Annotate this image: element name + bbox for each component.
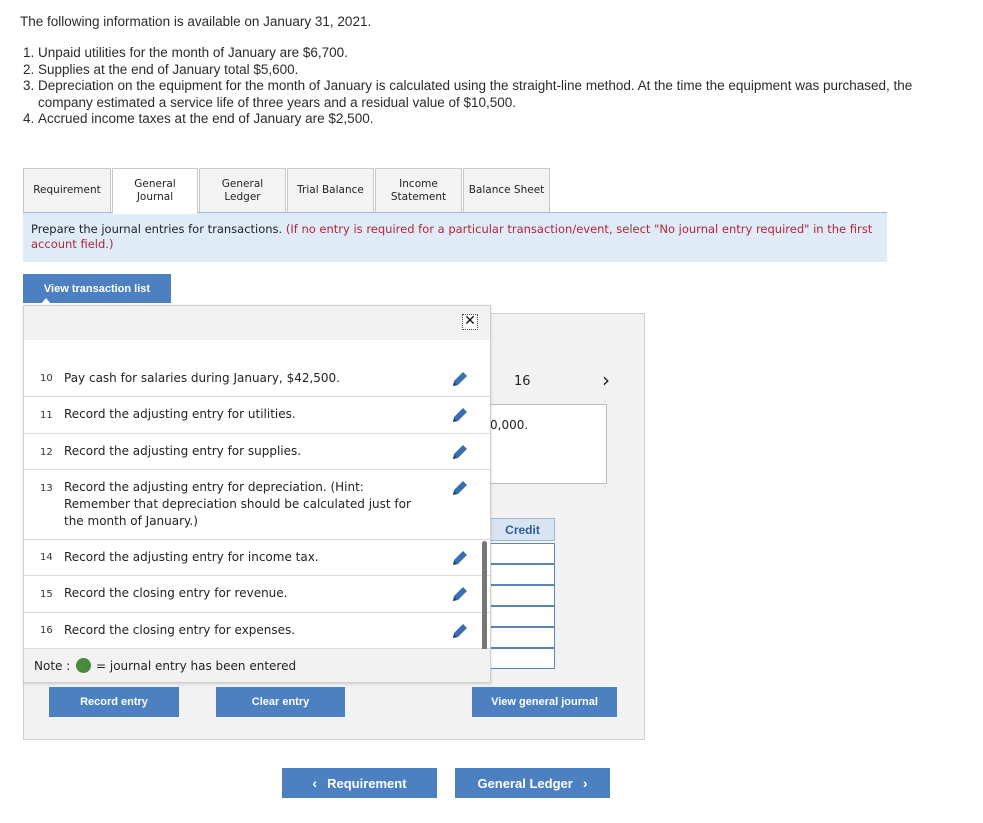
problem-statement: The following information is available o… <box>20 14 920 127</box>
transaction-row[interactable]: 12 Record the adjusting entry for suppli… <box>24 434 490 470</box>
pencil-icon[interactable] <box>450 405 470 425</box>
credit-input[interactable] <box>490 564 555 585</box>
next-general-ledger-button[interactable]: General Ledger › <box>455 768 610 798</box>
transaction-text: Record the adjusting entry for utilities… <box>64 407 296 421</box>
transaction-row[interactable]: 10 Pay cash for salaries during January,… <box>24 361 490 397</box>
tab-general-ledger[interactable]: General Ledger <box>199 168 286 212</box>
tab-balance-sheet[interactable]: Balance Sheet <box>463 168 550 212</box>
pencil-icon[interactable] <box>450 478 470 498</box>
transaction-text: Record the adjusting entry for supplies. <box>64 444 302 458</box>
transaction-list-popup: ✕ 10 Pay cash for salaries during Januar… <box>23 305 491 683</box>
credit-input[interactable] <box>490 543 555 564</box>
popup-scrollbar[interactable] <box>482 541 487 651</box>
tab-requirement[interactable]: Requirement <box>23 168 111 212</box>
transaction-row[interactable]: 16 Record the closing entry for expenses… <box>24 613 490 649</box>
pencil-icon[interactable] <box>450 442 470 462</box>
close-icon[interactable]: ✕ <box>462 314 478 330</box>
credit-input[interactable] <box>490 627 555 648</box>
record-entry-button[interactable]: Record entry <box>49 687 179 717</box>
entry-page-number: 16 <box>514 374 531 389</box>
chevron-right-icon: › <box>582 775 588 791</box>
pencil-icon[interactable] <box>450 621 470 641</box>
prev-requirement-button[interactable]: ‹ Requirement <box>282 768 437 798</box>
transaction-row[interactable]: 13 Record the adjusting entry for deprec… <box>24 470 490 540</box>
transaction-row[interactable]: 11 Record the adjusting entry for utilit… <box>24 397 490 434</box>
tab-label: General Ledger <box>221 177 264 203</box>
instruction-banner: Prepare the journal entries for transact… <box>23 213 887 262</box>
note-text: = journal entry has been entered <box>96 659 297 673</box>
credit-column-header: Credit <box>490 518 555 541</box>
transaction-text: Record the adjusting entry for depreciat… <box>64 480 411 528</box>
entry-legend: Note : = journal entry has been entered <box>24 649 490 682</box>
transaction-text: Record the closing entry for revenue. <box>64 586 288 600</box>
tab-label: Income Statement <box>390 177 447 203</box>
next-label: General Ledger <box>477 775 573 791</box>
prev-label: Requirement <box>327 775 407 791</box>
transaction-number: 12 <box>40 447 53 458</box>
tab-trial-balance[interactable]: Trial Balance <box>287 168 374 212</box>
tab-label: General Journal <box>134 178 176 203</box>
credit-input[interactable] <box>490 585 555 606</box>
clear-entry-button[interactable]: Clear entry <box>216 687 345 717</box>
transaction-number: 16 <box>40 625 53 636</box>
transaction-row[interactable]: 15 Record the closing entry for revenue. <box>24 576 490 613</box>
transaction-number: 14 <box>40 552 53 563</box>
pencil-icon[interactable] <box>450 548 470 568</box>
transaction-description: 0,000. <box>485 404 607 484</box>
note-label: Note : <box>34 659 71 673</box>
transaction-text: Pay cash for salaries during January, $4… <box>64 371 340 385</box>
pencil-icon[interactable] <box>450 584 470 604</box>
problem-heading: The following information is available o… <box>20 14 372 29</box>
transaction-number: 11 <box>40 410 53 421</box>
tab-bar: Requirement General Journal General Ledg… <box>23 168 551 214</box>
chevron-left-icon: ‹ <box>312 775 318 791</box>
instruction-text: Prepare the journal entries for transact… <box>31 222 283 236</box>
credit-input[interactable] <box>490 648 555 669</box>
credit-input[interactable] <box>490 606 555 627</box>
transaction-text: Record the adjusting entry for income ta… <box>64 550 319 564</box>
transaction-row[interactable]: 14 Record the adjusting entry for income… <box>24 540 490 576</box>
tab-income-statement[interactable]: Income Statement <box>375 168 462 212</box>
transaction-number: 10 <box>40 373 53 384</box>
transaction-number: 15 <box>40 589 53 600</box>
problem-item: Accrued income taxes at the end of Janua… <box>38 111 920 127</box>
pencil-icon[interactable] <box>450 369 470 389</box>
view-general-journal-button[interactable]: View general journal <box>472 687 617 717</box>
problem-item: Depreciation on the equipment for the mo… <box>38 78 920 111</box>
popup-header: ✕ <box>24 306 490 340</box>
next-entry-chevron-icon[interactable]: › <box>602 368 610 392</box>
problem-item: Unpaid utilities for the month of Januar… <box>38 45 920 61</box>
entered-dot-icon <box>76 658 91 673</box>
problem-list: Unpaid utilities for the month of Januar… <box>20 45 920 127</box>
tab-general-journal[interactable]: General Journal <box>112 168 198 214</box>
transaction-number: 13 <box>40 483 53 494</box>
transaction-text: Record the closing entry for expenses. <box>64 623 296 637</box>
popup-caret <box>41 298 51 304</box>
problem-item: Supplies at the end of January total $5,… <box>38 62 920 78</box>
